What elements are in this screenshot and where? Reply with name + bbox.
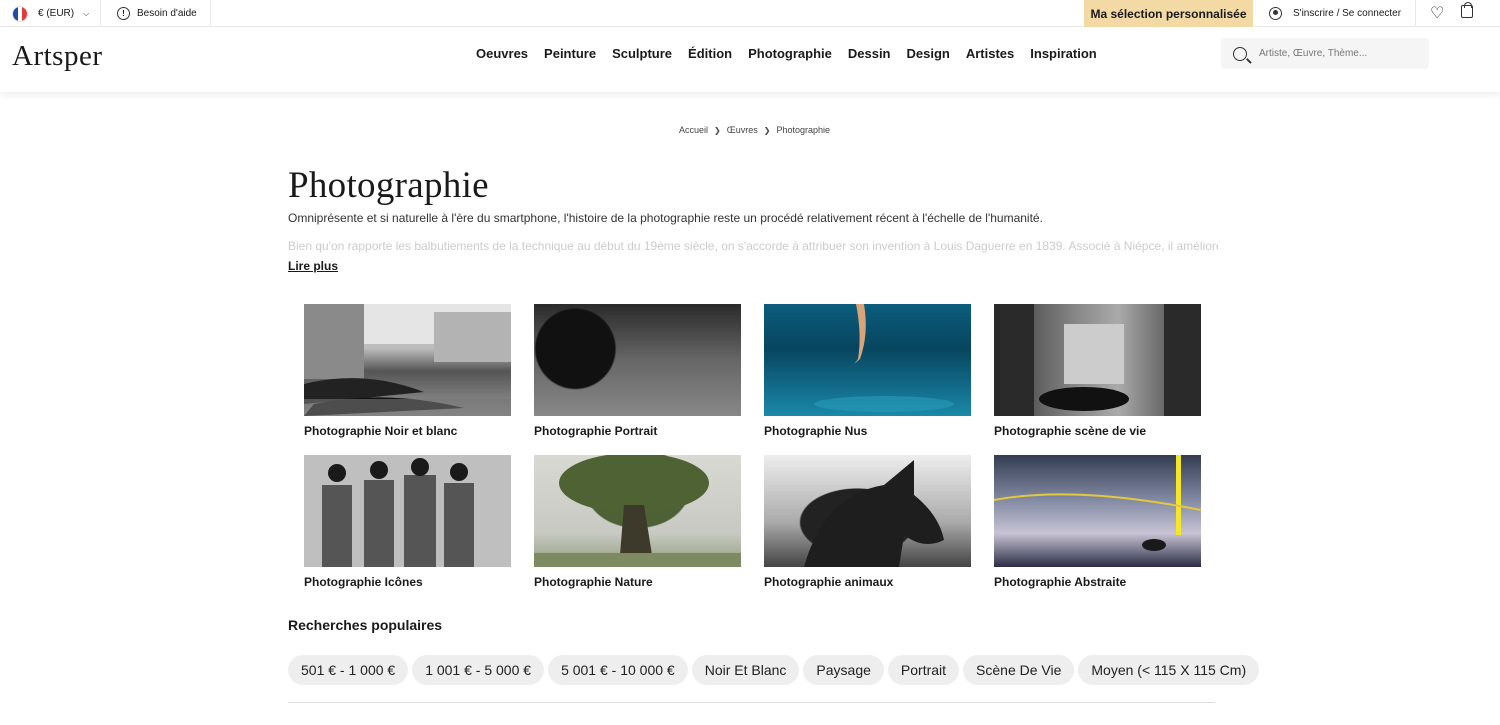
main-header: Artsper Oeuvres Peinture Sculpture Éditi… xyxy=(0,27,1500,92)
nav-item-photographie[interactable]: Photographie xyxy=(748,46,832,61)
category-label[interactable]: Photographie Nature xyxy=(534,575,653,589)
breadcrumb: Accueil ❯ Œuvres ❯ Photographie xyxy=(679,125,830,135)
nav-item-peinture[interactable]: Peinture xyxy=(544,46,596,61)
user-icon xyxy=(1269,7,1282,20)
divider xyxy=(100,0,101,27)
personalized-selection-button[interactable]: Ma sélection personnalisée xyxy=(1084,0,1253,27)
category-label[interactable]: Photographie Noir et blanc xyxy=(304,424,457,438)
page-title: Photographie xyxy=(288,165,489,206)
nav-item-oeuvres[interactable]: Oeuvres xyxy=(476,46,528,61)
popular-searches-title: Recherches populaires xyxy=(288,617,443,633)
search-icon[interactable] xyxy=(1233,46,1247,61)
category-card-nature[interactable]: Photographie Nature xyxy=(534,455,741,589)
nav-item-edition[interactable]: Édition xyxy=(688,46,732,61)
category-image[interactable] xyxy=(764,455,971,567)
category-image[interactable] xyxy=(764,304,971,416)
category-label[interactable]: Photographie scène de vie xyxy=(994,424,1146,438)
logo[interactable]: Artsper xyxy=(12,40,102,73)
category-card-scene-de-vie[interactable]: Photographie scène de vie xyxy=(994,304,1201,438)
nav-item-artistes[interactable]: Artistes xyxy=(966,46,1014,61)
category-label[interactable]: Photographie Icônes xyxy=(304,575,423,589)
gondola-illustration xyxy=(304,304,511,416)
chip-price-5001-10000[interactable]: 5 001 € - 10 000 € xyxy=(548,655,688,685)
category-card-noir-et-blanc[interactable]: Photographie Noir et blanc xyxy=(304,304,511,438)
popular-searches: 501 € - 1 000 € 1 001 € - 5 000 € 5 001 … xyxy=(288,655,1260,685)
category-image[interactable] xyxy=(534,304,741,416)
category-card-icones[interactable]: Photographie Icônes xyxy=(304,455,511,589)
divider xyxy=(1415,0,1416,27)
category-label[interactable]: Photographie Nus xyxy=(764,424,867,438)
chip-noir-et-blanc[interactable]: Noir Et Blanc xyxy=(691,655,800,685)
login-link[interactable]: S'inscrire / Se connecter xyxy=(1269,0,1401,27)
rhino-illustration xyxy=(804,460,944,567)
breadcrumb-oeuvres[interactable]: Œuvres xyxy=(727,125,758,135)
nav-item-sculpture[interactable]: Sculpture xyxy=(612,46,672,61)
login-label: S'inscrire / Se connecter xyxy=(1293,8,1402,19)
currency-selector[interactable]: € (EUR) ⌵ xyxy=(12,0,89,27)
breadcrumb-current: Photographie xyxy=(776,125,830,135)
category-image[interactable] xyxy=(304,455,511,567)
help-link[interactable]: ! Besoin d'aide xyxy=(117,0,197,27)
category-image[interactable] xyxy=(994,455,1201,567)
category-label[interactable]: Photographie Portrait xyxy=(534,424,657,438)
chip-scene-de-vie[interactable]: Scène De Vie xyxy=(963,655,1075,685)
chip-price-1001-5000[interactable]: 1 001 € - 5 000 € xyxy=(412,655,545,685)
chevron-right-icon: ❯ xyxy=(763,125,771,135)
category-image[interactable] xyxy=(534,455,741,567)
category-card-abstraite[interactable]: Photographie Abstraite xyxy=(994,455,1201,589)
intro-text: Omniprésente et si naturelle à l'ère du … xyxy=(288,211,1043,225)
category-card-nus[interactable]: Photographie Nus xyxy=(764,304,971,438)
cart-icon[interactable] xyxy=(1461,2,1473,18)
chevron-right-icon: ❯ xyxy=(714,125,721,135)
category-label[interactable]: Photographie Abstraite xyxy=(994,575,1126,589)
category-image[interactable] xyxy=(994,304,1201,416)
category-card-animaux[interactable]: Photographie animaux xyxy=(764,455,971,589)
swimmer-illustration xyxy=(814,304,954,412)
divider xyxy=(288,702,1215,703)
band-illustration xyxy=(304,455,511,567)
chevron-down-icon: ⌵ xyxy=(83,8,90,18)
chip-portrait[interactable]: Portrait xyxy=(887,655,960,685)
nav-item-inspiration[interactable]: Inspiration xyxy=(1030,46,1096,61)
museum-illustration xyxy=(994,304,1201,416)
category-label[interactable]: Photographie animaux xyxy=(764,575,893,589)
tree-illustration xyxy=(534,455,741,567)
search-input[interactable] xyxy=(1259,48,1409,59)
currency-label: € (EUR) xyxy=(38,8,75,19)
nav-item-dessin[interactable]: Dessin xyxy=(848,46,891,61)
top-utility-bar: € (EUR) ⌵ ! Besoin d'aide Ma sélection p… xyxy=(0,0,1500,27)
divider xyxy=(210,0,211,27)
breadcrumb-home[interactable]: Accueil xyxy=(679,125,708,135)
chip-paysage[interactable]: Paysage xyxy=(803,655,884,685)
read-more-link[interactable]: Lire plus xyxy=(288,259,338,273)
category-image[interactable] xyxy=(304,304,511,416)
abstract-illustration xyxy=(994,455,1201,551)
intro-text-faded: Bien qu'on rapporte les balbutiements de… xyxy=(288,239,1218,253)
category-card-portrait[interactable]: Photographie Portrait xyxy=(534,304,741,438)
heart-icon[interactable]: ♡ xyxy=(1430,3,1444,23)
help-icon: ! xyxy=(117,7,130,20)
chip-price-501-1000[interactable]: 501 € - 1 000 € xyxy=(288,655,409,685)
nav-item-design[interactable]: Design xyxy=(907,46,950,61)
chip-size-moyen[interactable]: Moyen (< 115 X 115 Cm) xyxy=(1078,655,1260,685)
help-label: Besoin d'aide xyxy=(137,8,197,19)
main-nav: Oeuvres Peinture Sculpture Édition Photo… xyxy=(476,46,1097,61)
search-bar xyxy=(1221,38,1429,69)
france-flag-icon xyxy=(12,5,28,22)
